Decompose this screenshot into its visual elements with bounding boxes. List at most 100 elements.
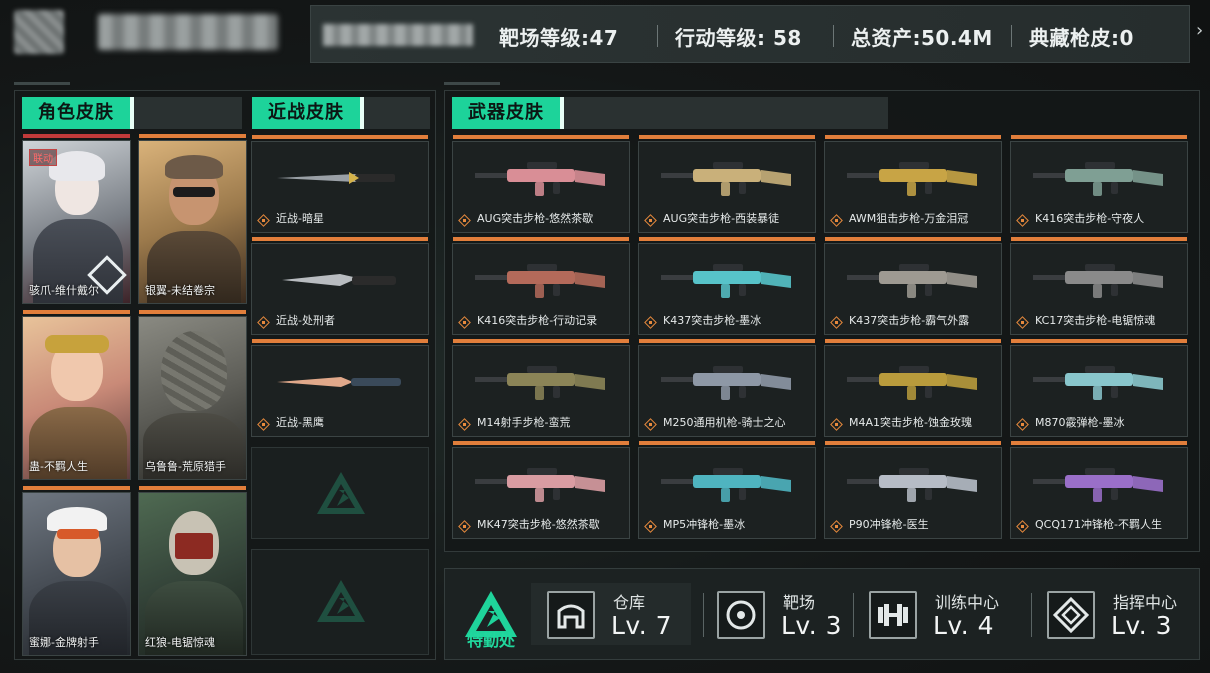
character-portrait [139, 141, 246, 303]
facility-training-center[interactable]: 训练中心 Lv. 4 [853, 583, 1023, 645]
weapon-skin-name: MK47突击步枪-悠然茶歇 [477, 518, 600, 531]
weapon-skin-name: K416突击步枪-行动记录 [477, 314, 598, 327]
empty-melee-slot[interactable] [251, 549, 429, 655]
location-pin-icon [645, 419, 655, 429]
weapon-skin-card[interactable]: KC17突击步枪-电锯惊魂 [1010, 237, 1188, 335]
location-pin-icon [1017, 521, 1027, 531]
facility-name: 训练中心 [935, 593, 1000, 612]
melee-skin-card[interactable]: 近战-黑鹰 [251, 339, 429, 437]
card-stripe [825, 339, 1001, 343]
weapon-skins-header: 武器皮肤 [452, 97, 888, 129]
special-ops-label: 特勤处 [466, 631, 515, 650]
weapon-skin-name: M250通用机枪-骑士之心 [663, 416, 786, 429]
gun-icon [1033, 264, 1163, 298]
weapon-skin-card[interactable]: K437突击步枪-墨冰 [638, 237, 816, 335]
melee-skin-card[interactable]: 近战-暗星 [251, 135, 429, 233]
range-level-stat: 靶场等级:47 [499, 26, 619, 50]
weapon-skin-card[interactable]: AUG突击步枪-西装暴徒 [638, 135, 816, 233]
melee-skins-header: 近战皮肤 [252, 97, 430, 129]
character-skins-header: 角色皮肤 [22, 97, 242, 129]
stat-strip: 靶场等级:47 行动等级: 58 总资产:50.4M 典藏枪皮:0 [310, 5, 1190, 63]
weapon-skin-card[interactable]: K416突击步枪-行动记录 [452, 237, 630, 335]
card-stripe [453, 339, 629, 343]
weapon-skin-card[interactable]: AWM狙击步枪-万金泪冠 [824, 135, 1002, 233]
card-stripe [1011, 237, 1187, 241]
weapon-skin-card[interactable]: M4A1突击步枪-蚀金玫瑰 [824, 339, 1002, 437]
weapon-skin-card[interactable]: MP5冲锋枪-墨冰 [638, 441, 816, 539]
weapon-skin-card[interactable]: MK47突击步枪-悠然茶歇 [452, 441, 630, 539]
card-stripe [139, 310, 246, 314]
weapon-skin-name: M4A1突击步枪-蚀金玫瑰 [849, 416, 972, 429]
player-id-redacted [323, 24, 473, 46]
gun-icon [847, 468, 977, 502]
action-level-stat: 行动等级: 58 [675, 26, 802, 50]
facility-command-center[interactable]: 指挥中心 Lv. 3 [1031, 583, 1191, 645]
weapon-skin-card[interactable]: K437突击步枪-霸气外露 [824, 237, 1002, 335]
melee-skin-card[interactable]: 近战-处刑者 [251, 237, 429, 335]
character-portrait [23, 317, 130, 479]
stat-divider [657, 25, 658, 47]
location-pin-icon [459, 317, 469, 327]
placeholder-logo-icon [317, 472, 365, 514]
knife-icon [282, 274, 396, 286]
card-stripe [639, 441, 815, 445]
character-skin-name: 银翼-未结卷宗 [145, 284, 215, 297]
facility-warehouse[interactable]: 仓库 Lv. 7 [531, 583, 691, 645]
panel-accent-line [14, 82, 70, 85]
weapon-skin-card[interactable]: K416突击步枪-守夜人 [1010, 135, 1188, 233]
card-stripe [1011, 135, 1187, 139]
player-avatar [14, 10, 64, 54]
card-stripe [825, 237, 1001, 241]
location-pin-icon [645, 521, 655, 531]
weapon-skin-name: AWM狙击步枪-万金泪冠 [849, 212, 969, 225]
gun-icon [475, 468, 605, 502]
facility-name: 指挥中心 [1113, 593, 1178, 612]
stat-divider [1011, 25, 1012, 47]
gun-icon [661, 366, 791, 400]
character-skin-card[interactable]: 蜜娜-金牌射手 [22, 486, 131, 656]
card-stripe [252, 135, 428, 139]
character-skin-card[interactable]: 银翼-未结卷宗 [138, 134, 247, 304]
location-pin-icon [258, 215, 268, 225]
character-skin-card[interactable]: 蛊-不羁人生 [22, 310, 131, 480]
character-skin-name: 红狼-电锯惊魂 [145, 636, 215, 649]
weapon-skin-card[interactable]: M14射手步枪-蛮荒 [452, 339, 630, 437]
facility-level: Lv. 3 [1111, 611, 1173, 640]
weapon-skin-card[interactable]: P90冲锋枪-医生 [824, 441, 1002, 539]
location-pin-icon [258, 419, 268, 429]
chevron-right-icon[interactable]: › [1196, 20, 1203, 41]
character-skin-name: 骇爪-维什戴尔 [29, 284, 99, 297]
card-stripe [1011, 441, 1187, 445]
gun-icon [475, 366, 605, 400]
gun-icon [847, 264, 977, 298]
weapon-skin-card[interactable]: M250通用机枪-骑士之心 [638, 339, 816, 437]
card-stripe [453, 441, 629, 445]
character-portrait [139, 317, 246, 479]
facility-level: Lv. 7 [611, 611, 673, 640]
weapon-skin-card[interactable]: AUG突击步枪-悠然茶歇 [452, 135, 630, 233]
warehouse-icon [547, 591, 595, 639]
weapon-skin-name: K437突击步枪-墨冰 [663, 314, 762, 327]
card-stripe [23, 486, 130, 490]
character-skins-title: 角色皮肤 [22, 97, 134, 129]
card-stripe [252, 339, 428, 343]
weapon-skin-card[interactable]: M870霰弹枪-墨冰 [1010, 339, 1188, 437]
dumbbell-icon [869, 591, 917, 639]
location-pin-icon [831, 521, 841, 531]
location-pin-icon [1017, 215, 1027, 225]
card-stripe [139, 134, 246, 138]
card-stripe [252, 237, 428, 241]
weapon-skin-card[interactable]: QCQ171冲锋枪-不羁人生 [1010, 441, 1188, 539]
weapon-skin-name: AUG突击步枪-悠然茶歇 [477, 212, 594, 225]
card-stripe [23, 134, 130, 138]
gun-icon [475, 264, 605, 298]
empty-melee-slot[interactable] [251, 447, 429, 539]
character-skin-card[interactable]: 联动 骇爪-维什戴尔 [22, 134, 131, 304]
facility-range[interactable]: 靶场 Lv. 3 [701, 583, 851, 645]
character-skin-card[interactable]: 红狼-电锯惊魂 [138, 486, 247, 656]
weapon-skins-title: 武器皮肤 [452, 97, 564, 129]
location-pin-icon [459, 215, 469, 225]
location-pin-icon [258, 317, 268, 327]
character-skin-card[interactable]: 乌鲁鲁-荒原猎手 [138, 310, 247, 480]
knife-icon [277, 172, 395, 184]
